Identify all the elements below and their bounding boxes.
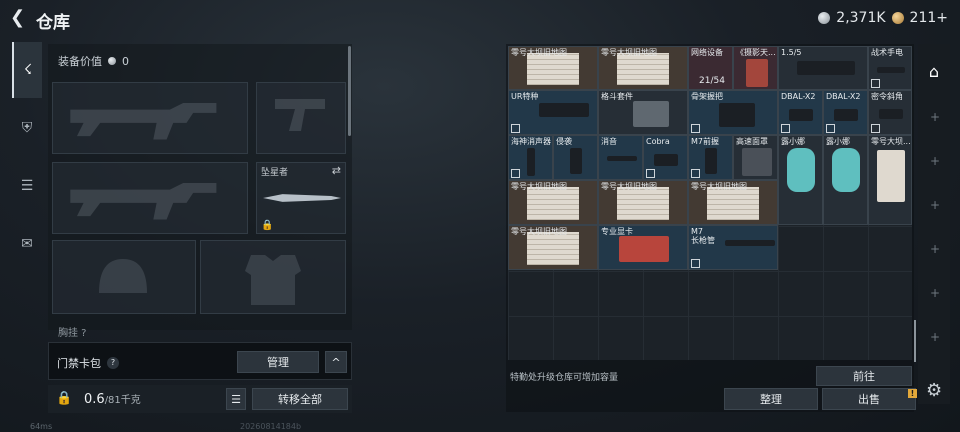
storage-item[interactable]: 《摄影天...: [733, 46, 778, 90]
storage-item[interactable]: DBAL-X2: [823, 90, 868, 135]
goto-button[interactable]: 前往: [816, 366, 912, 386]
equipment-value: 装备价值 0: [58, 53, 129, 69]
storage-item[interactable]: 消音: [598, 135, 643, 180]
equipment-scrollbar[interactable]: [348, 46, 351, 136]
transfer-all-button[interactable]: 转移全部: [252, 388, 348, 410]
pistol-icon: ☇: [23, 62, 33, 78]
helmet-slot[interactable]: [52, 240, 196, 314]
knife-icon: [263, 194, 341, 202]
storage-item[interactable]: DBAL-X2: [778, 90, 823, 135]
gold-amount[interactable]: 211+: [910, 10, 948, 26]
weight-readout: 0.6/81千克: [84, 391, 141, 407]
secondary-weapon-slot[interactable]: [52, 162, 248, 234]
briefcase-tab[interactable]: ✉: [12, 216, 42, 272]
storage-item[interactable]: 零号大坝...: [868, 135, 912, 225]
equipment-value-label: 装备价值: [58, 55, 102, 68]
rifle-silhouette-icon: [70, 182, 217, 220]
weight-max: /81千克: [104, 395, 141, 406]
settings-gear-icon[interactable]: ⚙: [926, 380, 942, 401]
storage-item[interactable]: 侵袭: [553, 135, 598, 180]
add-tab-icon[interactable]: +: [930, 286, 940, 300]
rifle-silhouette-icon: [70, 102, 217, 140]
manage-button[interactable]: 管理: [237, 351, 319, 373]
add-tab-icon[interactable]: +: [930, 242, 940, 256]
storage-item[interactable]: 零号大坝旧地图: [598, 180, 688, 225]
pistol-silhouette-icon: [275, 99, 325, 131]
storage-item[interactable]: 高速面罩: [733, 135, 778, 180]
keycard-label: 门禁卡包: [57, 357, 101, 370]
warning-badge: !: [908, 389, 917, 398]
currency-bar: 2,371K 211+: [818, 10, 948, 26]
storage-item[interactable]: 专业显卡: [598, 225, 688, 270]
storage-grid: 零号大坝旧地图 零号大坝旧地图 网络设备 21/54 《摄影天... 1.5/5 …: [508, 46, 912, 360]
chest-rig-label: 胸挂 ?: [58, 328, 87, 339]
storage-item[interactable]: 格斗套件: [598, 90, 688, 135]
equipment-panel: 装备价值 0 坠星者 ⇄ 🔒: [48, 44, 352, 330]
ping-readout: 64ms: [30, 422, 53, 431]
list-icon[interactable]: ☰: [226, 388, 246, 410]
build-number: 20260814184b: [240, 422, 302, 431]
clipboard-icon: ☰: [20, 178, 34, 194]
primary-weapon-slot[interactable]: [52, 82, 248, 154]
warehouse-icon[interactable]: ⌂: [924, 62, 944, 82]
helmet-silhouette-icon: [99, 259, 147, 293]
upgrade-hint: 特勤处升级仓库可增加容量: [510, 373, 619, 383]
silver-coin-icon: [108, 57, 116, 65]
vest-silhouette-icon: [245, 255, 301, 305]
storage-item[interactable]: 海神消声器: [508, 135, 553, 180]
pistol-slot[interactable]: [256, 82, 346, 154]
melee-label: 坠星者: [261, 168, 289, 178]
storage-scrollbar[interactable]: [914, 320, 916, 362]
storage-item[interactable]: M7 长枪管: [688, 225, 778, 270]
storage-item[interactable]: UR特种: [508, 90, 598, 135]
storage-item[interactable]: 零号大坝旧地图: [688, 180, 778, 225]
weight-bar: 🔒 0.6/81千克 ☰ 转移全部: [48, 385, 352, 413]
clipboard-tab[interactable]: ☰: [12, 158, 42, 214]
storage-item[interactable]: 骨架握把: [688, 90, 778, 135]
silver-coin-icon: [818, 12, 831, 24]
category-rail: ☇ ⛨ ☰ ✉: [12, 42, 42, 274]
lock-icon: 🔒: [261, 220, 274, 231]
storage-item[interactable]: 密令斜角: [868, 90, 912, 135]
armor-tab[interactable]: ⛨: [12, 100, 42, 156]
storage-item[interactable]: 露小娜: [823, 135, 868, 225]
briefcase-icon: ✉: [21, 236, 33, 252]
sort-button[interactable]: 整理: [724, 388, 818, 410]
page-title: 仓库: [36, 13, 70, 33]
pistol-tab[interactable]: ☇: [12, 42, 42, 98]
storage-item[interactable]: 零号大坝旧地图: [508, 225, 598, 270]
storage-item[interactable]: M7前握: [688, 135, 733, 180]
melee-slot[interactable]: 坠星者 ⇄ 🔒: [256, 162, 346, 234]
collapse-button[interactable]: ^: [325, 351, 347, 373]
storage-item[interactable]: 零号大坝旧地图: [508, 180, 598, 225]
add-tab-icon[interactable]: +: [930, 154, 940, 168]
add-tab-icon[interactable]: +: [930, 330, 940, 344]
add-tab-icon[interactable]: +: [930, 110, 940, 124]
armor-icon: ⛨: [21, 120, 33, 136]
storage-tab-dock: ⌂ + + + + + +: [918, 44, 950, 404]
equipment-value-amount: 0: [122, 54, 129, 68]
storage-item[interactable]: 零号大坝旧地图: [508, 46, 598, 90]
storage-item[interactable]: 网络设备 21/54: [688, 46, 733, 90]
storage-panel: 零号大坝旧地图 零号大坝旧地图 网络设备 21/54 《摄影天... 1.5/5 …: [506, 44, 916, 412]
keycard-bar: 门禁卡包 ? 管理 ^: [48, 342, 352, 380]
armor-slot[interactable]: [200, 240, 346, 314]
back-arrow-icon[interactable]: ❮: [10, 9, 28, 27]
gold-coin-icon: [891, 12, 904, 24]
keycard-title: 门禁卡包 ?: [57, 355, 119, 371]
storage-item[interactable]: 战术手电: [868, 46, 912, 90]
silver-amount: 2,371K: [836, 10, 886, 26]
storage-item[interactable]: 零号大坝旧地图: [598, 46, 688, 90]
storage-item[interactable]: 1.5/5: [778, 46, 868, 90]
lock-icon: 🔒: [56, 391, 73, 406]
storage-item[interactable]: Cobra: [643, 135, 688, 180]
weight-current: 0.6: [84, 392, 105, 407]
help-icon[interactable]: ?: [107, 357, 119, 369]
sell-button[interactable]: 出售: [822, 388, 916, 410]
add-tab-icon[interactable]: +: [930, 198, 940, 212]
storage-item[interactable]: 露小娜: [778, 135, 823, 225]
swap-icon[interactable]: ⇄: [332, 164, 341, 177]
